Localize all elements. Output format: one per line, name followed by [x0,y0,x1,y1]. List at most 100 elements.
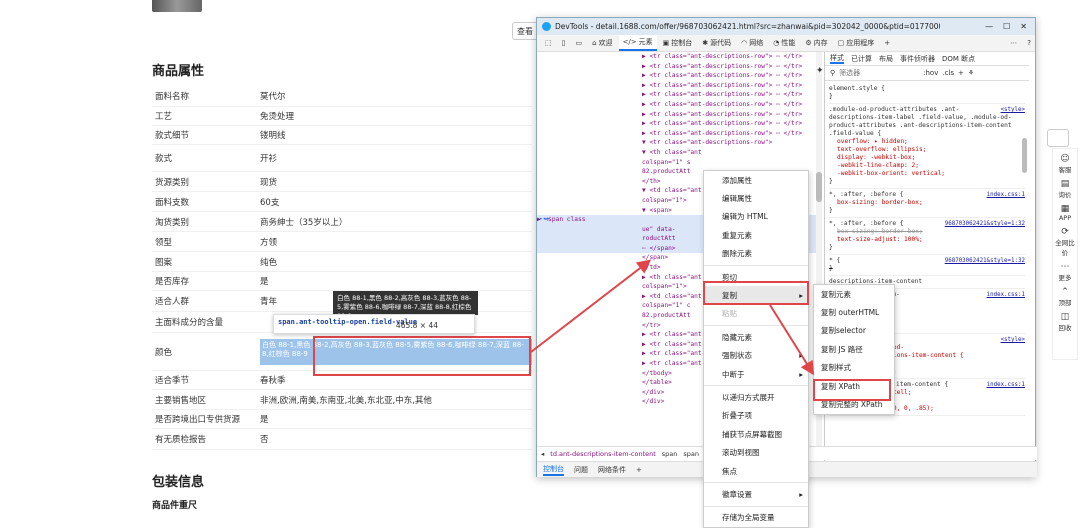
sidebar-item[interactable]: ◫ 回收 [1053,312,1077,332]
drawer-tab[interactable]: 网络条件 [598,465,626,475]
context-menu-item[interactable]: 编辑为 HTML [704,208,808,226]
context-menu-item[interactable]: 添加属性 [704,171,808,189]
add-rule-icon[interactable]: + [958,69,964,77]
context-menu-item[interactable]: 编辑属性 [704,189,808,207]
sidebar-toggle[interactable] [1047,129,1069,147]
tab-application[interactable]: ▢ 应用程序 [834,35,879,51]
style-property[interactable]: } [829,244,1025,252]
context-menu-item[interactable]: 折叠子项 [704,407,808,425]
breadcrumb-item[interactable]: span [662,450,678,458]
style-rule[interactable]: <style> .module-od-product-attributes .an… [829,104,1025,189]
styles-tab[interactable]: 事件侦听器 [900,55,935,63]
dom-node[interactable]: ▶ <tr class="ant-descriptions-row"> ⋯ </… [537,100,822,110]
styles-tab[interactable]: 已计算 [851,55,872,63]
style-property[interactable]: } [829,265,1025,273]
style-rule[interactable]: index.css:1 *, :after, :before {box-sizin… [829,189,1025,218]
help-icon[interactable]: ? [1023,35,1035,51]
dom-node[interactable]: ▶ <tr class="ant-descriptions-row"> ⋯ </… [537,90,822,100]
context-menu-item[interactable]: 捕获节点屏幕截图 [704,425,808,443]
style-property[interactable]: text-overflow: ellipsis; [829,146,1025,154]
context-menu-item[interactable]: 中断于 ▸ [704,365,808,383]
style-source-link[interactable]: index.css:1 [987,381,1025,389]
dom-node[interactable]: ▶ <tr class="ant-descriptions-row"> ⋯ </… [537,81,822,91]
dom-node[interactable]: ▶ <tr class="ant-descriptions-row"> ⋯ </… [537,110,822,120]
submenu-item[interactable]: 复制 JS 路径 [814,340,894,358]
drawer-tab[interactable]: 控制台 [543,464,564,476]
styles-tab[interactable]: 样式 [830,54,844,64]
style-source-link[interactable]: index.css:1 [987,291,1025,299]
context-menu-item[interactable]: 以递归方式展开 [704,388,808,406]
sidebar-item[interactable]: ▦ APP [1053,204,1077,222]
sidebar-item[interactable]: ⌃ 顶部 [1053,287,1077,307]
style-property[interactable]: box-sizing: border-box; [829,199,1025,207]
style-property[interactable]: box-sizing: border-box; [829,228,1025,236]
submenu-item[interactable]: 复制selector [814,322,894,340]
context-menu-item[interactable]: 焦点 [704,462,808,480]
context-menu-item[interactable]: 强制状态 ▸ [704,347,808,365]
style-source-link[interactable]: 968703062421&style=1:32 [945,257,1025,265]
style-property[interactable]: } [829,178,1025,186]
cls-toggle[interactable]: .cls [942,69,954,77]
styles-tab[interactable]: 布局 [879,55,893,63]
drawer-tab[interactable]: 问题 [574,465,588,475]
context-menu-item[interactable]: 隐藏元素 [704,328,808,346]
context-menu-item[interactable]: 粘贴 [704,305,808,323]
panel-icon[interactable]: ▭ [571,35,586,51]
context-menu-item[interactable]: 滚动到视图 [704,443,808,461]
tab-memory[interactable]: ⚙ 内存 [801,35,831,51]
sidebar-item[interactable]: ☺ 客服 [1053,154,1077,174]
more-icon[interactable]: ⋯ [1006,35,1021,51]
hov-toggle[interactable]: :hov [923,69,938,77]
minimize-icon[interactable]: — [985,22,993,31]
styles-scrollbar[interactable] [1022,138,1027,173]
chevron-left-icon[interactable]: ◂ [541,450,544,458]
style-rule[interactable]: 968703062421&style=1:32 * {} [829,255,1025,276]
style-source-link[interactable]: <style> [1001,106,1025,114]
style-source-link[interactable]: index.css:1 [987,191,1025,199]
add-tab-icon[interactable]: + [880,35,894,51]
sidebar-item[interactable]: ▤ 询价 [1053,179,1077,199]
sidebar-item[interactable]: ⋯ 更多 [1053,262,1077,282]
breadcrumb-item[interactable]: span [683,450,699,458]
style-property[interactable]: -webkit-box-orient: vertical; [829,170,1025,178]
dom-node[interactable]: ▶ <tr class="ant-descriptions-row"> ⋯ </… [537,52,822,62]
style-property[interactable]: -webkit-line-clamp: 2; [829,162,1025,170]
sidebar-item[interactable]: ⟳ 全网比价 [1053,227,1077,257]
styles-tab[interactable]: DOM 断点 [942,55,975,63]
add-tab-icon[interactable]: + [636,466,642,474]
maximize-icon[interactable]: ☐ [1003,22,1010,31]
tab-elements[interactable]: </> 元素 [618,35,657,51]
style-source-link[interactable]: 968703062421&style=1:32 [945,220,1025,228]
paint-icon[interactable]: ⚘ [968,69,974,77]
tab-network[interactable]: ◠ 网络 [737,35,767,51]
context-menu-item[interactable]: 存储为全局变量 [704,509,808,527]
submenu-item[interactable]: 复制 outerHTML [814,303,894,321]
style-rule[interactable]: 968703062421&style=1:32 *, :after, :befor… [829,218,1025,255]
submenu-item[interactable]: 复制样式 [814,359,894,377]
context-menu-item[interactable]: 删除元素 [704,245,808,263]
tab-console[interactable]: ▣ 控制台 [659,35,697,51]
inspect-icon[interactable]: ⬚ [541,35,556,51]
dom-node[interactable]: ▶ <tr class="ant-descriptions-row"> ⋯ </… [537,62,822,72]
dom-node[interactable]: ▶ <tr class="ant-descriptions-row"> ⋯ </… [537,119,822,129]
dom-node[interactable]: colspan="1" s [537,158,822,168]
context-menu-item[interactable]: 重复元素 [704,226,808,244]
style-property[interactable]: text-size-adjust: 100%; [829,236,1025,244]
close-icon[interactable]: ✕ [1020,22,1027,31]
product-thumbnail[interactable] [152,0,202,12]
context-menu-item[interactable]: 徽章设置 ▸ [704,485,808,503]
submenu-item[interactable]: 复制元素 [814,285,894,303]
device-icon[interactable]: ▯ [558,35,570,51]
breadcrumb-item[interactable]: td.ant-descriptions-item-content [550,450,656,458]
dom-node[interactable]: ▶ <tr class="ant-descriptions-row"> ⋯ </… [537,71,822,81]
style-property[interactable]: display: -webkit-box; [829,154,1025,162]
style-property[interactable]: } [829,207,1025,215]
dom-node[interactable]: ▼ <th class="ant [537,148,822,158]
style-property[interactable]: overflow: ▸ hidden; [829,138,1025,146]
style-rule[interactable]: element.style {} [829,83,1025,104]
dom-node[interactable]: ▶ <tr class="ant-descriptions-row"> ⋯ </… [537,129,822,139]
tab-sources[interactable]: ✱ 源代码 [698,35,735,51]
tab-performance[interactable]: ◔ 性能 [769,35,799,51]
style-property[interactable]: } [829,93,1025,101]
style-source-link[interactable]: <style> [1001,336,1025,344]
